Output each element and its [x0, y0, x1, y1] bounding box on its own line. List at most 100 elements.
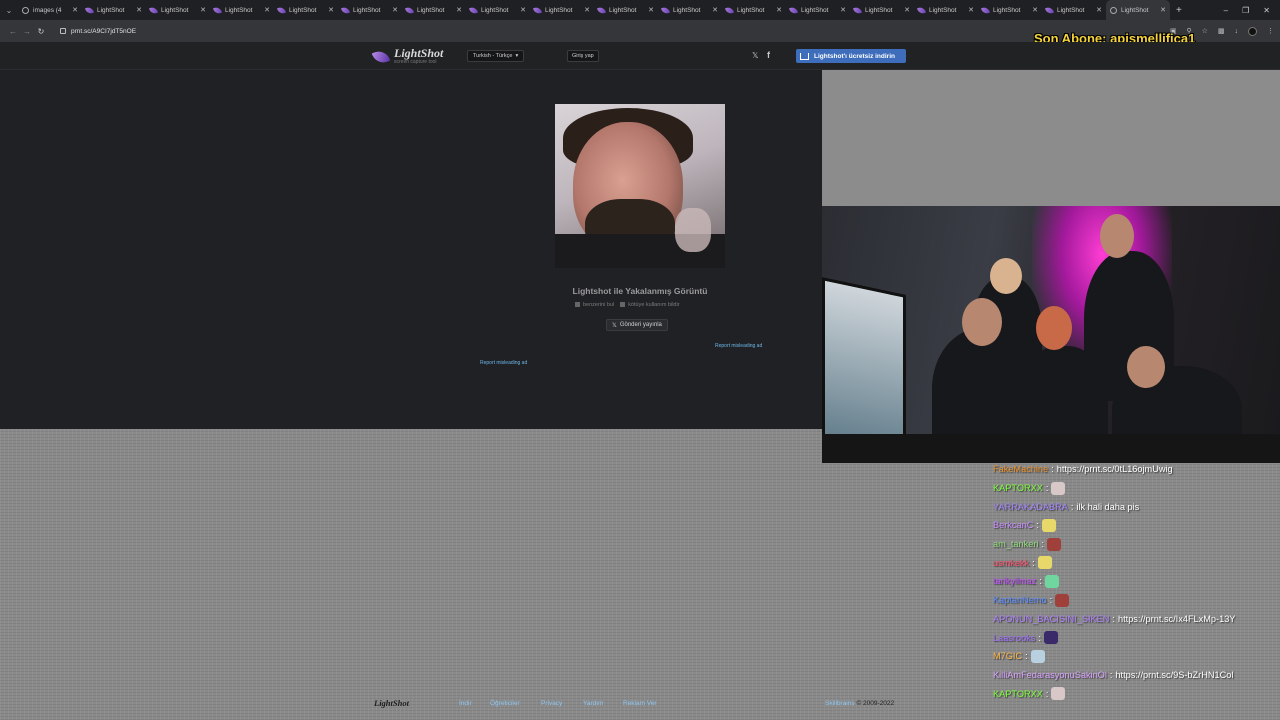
footer-link-advertise[interactable]: Reklam Ver [623, 700, 657, 707]
extensions-icon[interactable]: ▩ [1218, 27, 1225, 35]
find-similar-link[interactable]: benzerini bul [575, 302, 614, 308]
tab-close-icon[interactable]: ✕ [520, 6, 526, 14]
new-tab-button[interactable]: + [1170, 5, 1188, 16]
minimize-icon[interactable]: – [1224, 6, 1228, 15]
chat-username[interactable]: APONUN_BACISINI_SIKEN [993, 614, 1109, 624]
reload-icon[interactable]: ↻ [34, 27, 48, 36]
tab-close-icon[interactable]: ✕ [264, 6, 270, 14]
chat-message: FakeMachine: https://prnt.sc/0tL16ojmUwig [993, 460, 1280, 479]
back-icon[interactable]: ← [6, 27, 20, 36]
browser-tab[interactable]: LightShot ✕ [210, 0, 274, 20]
url-text[interactable]: prnt.sc/A9CI7jdT5nOE [71, 28, 136, 35]
browser-tab[interactable]: LightShot ✕ [82, 0, 146, 20]
screenshot-title: Lightshot ile Yakalanmış Görüntü [572, 286, 708, 296]
report-misleading-ad-link[interactable]: Report misleading ad [480, 360, 527, 366]
browser-tab[interactable]: LightShot ✕ [594, 0, 658, 20]
chat-username[interactable]: usmkekk [993, 558, 1029, 568]
chat-username[interactable]: M7GIC [993, 651, 1022, 661]
profile-avatar-icon[interactable] [1248, 26, 1257, 36]
bookmark-star-icon[interactable]: ☆ [1202, 27, 1208, 35]
browser-tab[interactable]: LightShot ✕ [1042, 0, 1106, 20]
chat-username[interactable]: FakeMachine [993, 464, 1048, 474]
download-label: Lightshot'ı ücretsiz indirin [814, 52, 895, 60]
facebook-icon[interactable]: f [767, 50, 770, 60]
chat-username[interactable]: am_tankeri [993, 539, 1038, 549]
browser-tab[interactable]: LightShot ✕ [402, 0, 466, 20]
captured-screenshot-image[interactable] [555, 104, 725, 268]
browser-tab[interactable]: LightShot ✕ [466, 0, 530, 20]
chat-username[interactable]: KAPTORXX [993, 483, 1043, 493]
chat-username[interactable]: KaptanNemo [993, 595, 1047, 605]
chat-username[interactable]: KilliAmFedarasyonuSakinOl [993, 670, 1107, 680]
chat-username[interactable]: KAPTORXX [993, 689, 1043, 699]
x-logo-icon: 𝕏 [612, 322, 617, 329]
close-window-icon[interactable]: ✕ [1263, 6, 1270, 15]
lightshot-favicon-icon [789, 5, 798, 15]
tab-title: LightShot [929, 6, 957, 14]
chevron-down-icon: ▾ [515, 53, 519, 59]
tab-title: LightShot [161, 6, 189, 14]
site-info-icon[interactable] [60, 28, 66, 34]
browser-menu-icon[interactable]: ⋮ [1267, 27, 1274, 35]
tab-title: LightShot [673, 6, 701, 14]
footer-link-privacy[interactable]: Privacy [541, 700, 562, 707]
tab-close-icon[interactable]: ✕ [968, 6, 974, 14]
tab-close-icon[interactable]: ✕ [776, 6, 782, 14]
login-button[interactable]: Giriş yap [567, 50, 599, 62]
tab-close-icon[interactable]: ✕ [712, 6, 718, 14]
browser-tab[interactable]: LightShot ✕ [274, 0, 338, 20]
skillbrains-link[interactable]: Skillbrains [825, 700, 855, 707]
tab-close-icon[interactable]: ✕ [1160, 6, 1166, 14]
chat-username[interactable]: YARRAKADABRA [993, 502, 1068, 512]
tab-search-chevron-icon[interactable]: ⌄ [0, 0, 18, 20]
footer-logo[interactable]: LightShot [374, 698, 409, 708]
chat-text: https://prnt.sc/0tL16ojmUwig [1056, 464, 1173, 475]
report-abuse-link[interactable]: kötüye kullanım bildir [620, 302, 680, 308]
report-misleading-ad-link[interactable]: Report misleading ad [715, 343, 762, 349]
chat-username[interactable]: BerkcanC [993, 520, 1033, 530]
language-select[interactable]: Turkish - Türkçe ▾ [467, 50, 525, 62]
tab-close-icon[interactable]: ✕ [136, 6, 142, 14]
browser-tab[interactable]: LightShot ✕ [914, 0, 978, 20]
lightshot-favicon-icon [853, 5, 862, 15]
chat-username[interactable]: Laasrooks [993, 633, 1035, 643]
tab-close-icon[interactable]: ✕ [648, 6, 654, 14]
lightshot-favicon-icon [405, 5, 414, 15]
address-bar[interactable]: prnt.sc/A9CI7jdT5nOE [54, 23, 1054, 39]
tab-close-icon[interactable]: ✕ [72, 6, 78, 14]
browser-tab[interactable]: LightShot ✕ [338, 0, 402, 20]
browser-tab[interactable]: LightShot ✕ [658, 0, 722, 20]
lightshot-logo[interactable]: LightShot screen capture tool [371, 47, 443, 66]
tab-close-icon[interactable]: ✕ [328, 6, 334, 14]
lightshot-favicon-icon [725, 5, 734, 15]
twitter-icon[interactable]: 𝕏 [752, 51, 758, 60]
tab-close-icon[interactable]: ✕ [1096, 6, 1102, 14]
download-icon[interactable]: ↓ [1235, 28, 1239, 35]
footer-link-download[interactable]: İndir [459, 700, 472, 707]
chat-separator: : [1070, 501, 1074, 512]
download-free-button[interactable]: Lightshot'ı ücretsiz indirin [796, 49, 906, 63]
tab-close-icon[interactable]: ✕ [584, 6, 590, 14]
chat-username[interactable]: tarikyilmaz [993, 576, 1036, 586]
browser-tab[interactable]: LightShot ✕ [978, 0, 1042, 20]
browser-tab[interactable]: LightShot ✕ [786, 0, 850, 20]
chat-message: APONUN_BACISINI_SIKEN: https://prnt.sc/Ix… [993, 610, 1280, 629]
browser-tab[interactable]: images (4 ✕ [18, 0, 82, 20]
footer-link-tutorials[interactable]: Öğreticiler [490, 700, 520, 707]
browser-tab[interactable]: LightShot ✕ [850, 0, 914, 20]
tab-close-icon[interactable]: ✕ [392, 6, 398, 14]
tab-close-icon[interactable]: ✕ [200, 6, 206, 14]
browser-tab[interactable]: LightShot ✕ [722, 0, 786, 20]
tab-close-icon[interactable]: ✕ [904, 6, 910, 14]
browser-tab[interactable]: LightShot ✕ [1106, 0, 1170, 20]
chat-separator: : [1039, 576, 1042, 587]
browser-tab[interactable]: LightShot ✕ [146, 0, 210, 20]
tab-close-icon[interactable]: ✕ [456, 6, 462, 14]
tab-close-icon[interactable]: ✕ [1032, 6, 1038, 14]
browser-tab[interactable]: LightShot ✕ [530, 0, 594, 20]
post-tweet-button[interactable]: 𝕏 Gönderi yayınla [606, 319, 668, 331]
tab-close-icon[interactable]: ✕ [840, 6, 846, 14]
forward-icon[interactable]: → [20, 27, 34, 36]
maximize-icon[interactable]: ❐ [1242, 6, 1249, 15]
footer-link-help[interactable]: Yardım [583, 700, 603, 707]
